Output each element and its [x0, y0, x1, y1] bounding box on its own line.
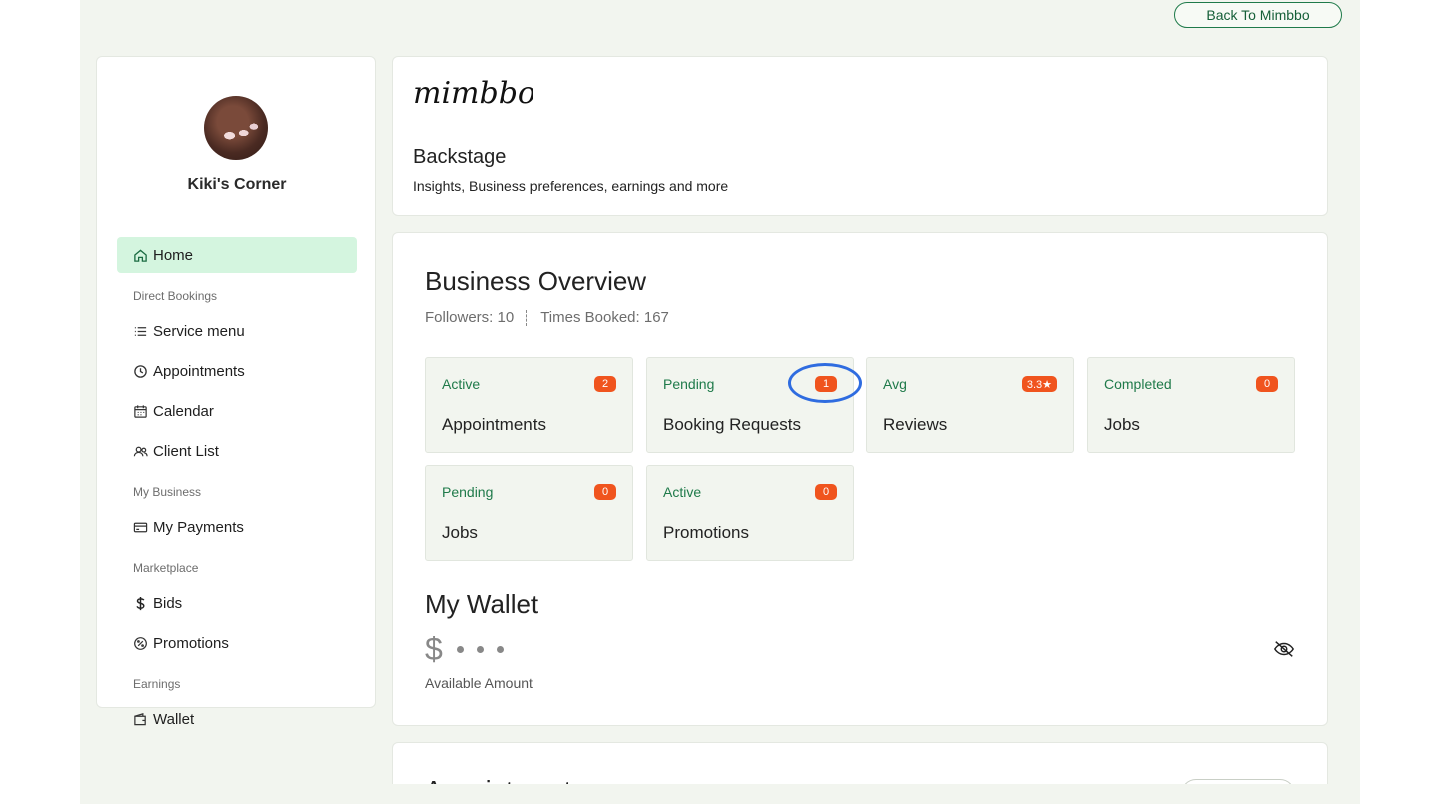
followers-count: Followers: 10 — [425, 309, 515, 326]
tile-pending-jobs[interactable]: Pending 0 Jobs — [425, 465, 633, 561]
clock-icon — [134, 364, 147, 378]
my-wallet-title: My Wallet — [425, 589, 539, 619]
list-icon — [134, 326, 147, 336]
sidebar-item-label: Client List — [153, 442, 219, 460]
sidebar-item-label: Promotions — [153, 634, 229, 652]
count-badge: 0 — [815, 484, 837, 500]
badge-percent-icon — [134, 636, 147, 650]
tile-completed-jobs[interactable]: Completed 0 Jobs — [1087, 357, 1295, 453]
sidebar-item-label: Wallet — [153, 710, 195, 728]
stats-divider — [526, 309, 528, 326]
count-badge: 0 — [594, 484, 616, 500]
rating-badge: 3.3★ — [1021, 376, 1057, 392]
backstage-header: mimbbo Backstage Insights, Business pref… — [392, 56, 1328, 216]
sidebar-item-label: My Payments — [153, 518, 244, 536]
section-earnings: Earnings — [133, 677, 181, 691]
page-subtitle: Insights, Business preferences, earnings… — [413, 178, 729, 194]
currency-symbol: $ — [425, 631, 443, 667]
times-booked-count: Times Booked: 167 — [540, 309, 669, 326]
tile-avg-reviews[interactable]: Avg 3.3★ Reviews — [866, 357, 1074, 453]
sidebar: Kiki's Corner Home Direct Bookings Servi… — [96, 56, 376, 728]
tile-status: Pending — [442, 484, 494, 500]
tile-active-promotions[interactable]: Active 0 Promotions — [646, 465, 854, 561]
sidebar-item-calendar[interactable]: Calendar — [117, 393, 357, 429]
tile-label: Reviews — [883, 415, 948, 434]
credit-card-icon — [133, 522, 148, 532]
sidebar-item-label: Bids — [153, 594, 183, 612]
sidebar-item-home[interactable]: Home — [117, 237, 357, 273]
tile-status: Avg — [883, 376, 907, 392]
sidebar-item-label: Appointments — [153, 362, 245, 380]
count-badge: 1 — [815, 376, 837, 392]
sidebar-item-label: Home — [153, 246, 194, 264]
sidebar-item-wallet[interactable]: Wallet — [117, 701, 357, 737]
sidebar-item-client-list[interactable]: Client List — [117, 433, 357, 469]
sidebar-item-promotions[interactable]: Promotions — [117, 625, 357, 661]
count-badge: 0 — [1256, 376, 1278, 392]
section-my-business: My Business — [133, 485, 202, 499]
dollar-icon — [136, 596, 145, 610]
sidebar-item-label: Service menu — [153, 322, 245, 340]
sidebar-item-my-payments[interactable]: My Payments — [117, 509, 357, 545]
shop-name: Kiki's Corner — [187, 176, 287, 193]
available-amount-label: Available Amount — [425, 675, 533, 691]
page-title: Backstage — [413, 146, 507, 168]
back-to-mimbbo-button[interactable]: Back To Mimbbo — [1174, 2, 1342, 28]
sidebar-item-bids[interactable]: Bids — [117, 585, 357, 621]
business-overview-title: Business Overview — [425, 266, 647, 296]
tile-status: Completed — [1104, 376, 1172, 392]
sidebar-item-appointments[interactable]: Appointments — [117, 353, 357, 389]
section-marketplace: Marketplace — [133, 561, 199, 575]
users-icon — [133, 446, 148, 456]
tile-status: Active — [442, 376, 481, 392]
mimbbo-logo: mimbbo — [413, 76, 533, 111]
masked-dot — [476, 646, 484, 653]
tile-label: Appointments — [442, 415, 546, 434]
app-frame: Back To Mimbbo Kiki's Corner Home Direct… — [80, 0, 1360, 804]
tile-pending-booking-requests[interactable]: Pending 1 Booking Requests — [646, 357, 854, 453]
tile-label: Jobs — [442, 523, 478, 542]
logo-text: mimbbo — [413, 76, 533, 111]
tile-label: Promotions — [663, 523, 749, 542]
wallet-amount-hidden: $ — [425, 631, 517, 668]
page-bottom-edge — [80, 784, 1360, 804]
sidebar-item-service-menu[interactable]: Service menu — [117, 313, 357, 349]
eye-off-icon[interactable] — [1273, 638, 1295, 660]
tile-label: Jobs — [1104, 415, 1140, 434]
calendar-icon — [134, 404, 147, 418]
section-direct-bookings: Direct Bookings — [133, 289, 218, 303]
tile-label: Booking Requests — [663, 415, 801, 434]
masked-dot — [496, 646, 504, 653]
count-badge: 2 — [594, 376, 616, 392]
masked-dot — [456, 646, 464, 653]
home-icon — [134, 248, 147, 262]
wallet-icon — [134, 712, 146, 725]
business-overview-card: Business Overview Followers: 10 Times Bo… — [392, 232, 1328, 726]
tile-status: Active — [663, 484, 702, 500]
avatar[interactable] — [204, 96, 268, 160]
tile-status: Pending — [663, 376, 715, 392]
sidebar-item-label: Calendar — [153, 402, 214, 420]
tile-active-appointments[interactable]: Active 2 Appointments — [425, 357, 633, 453]
overview-stats: Followers: 10 Times Booked: 167 — [425, 309, 669, 326]
